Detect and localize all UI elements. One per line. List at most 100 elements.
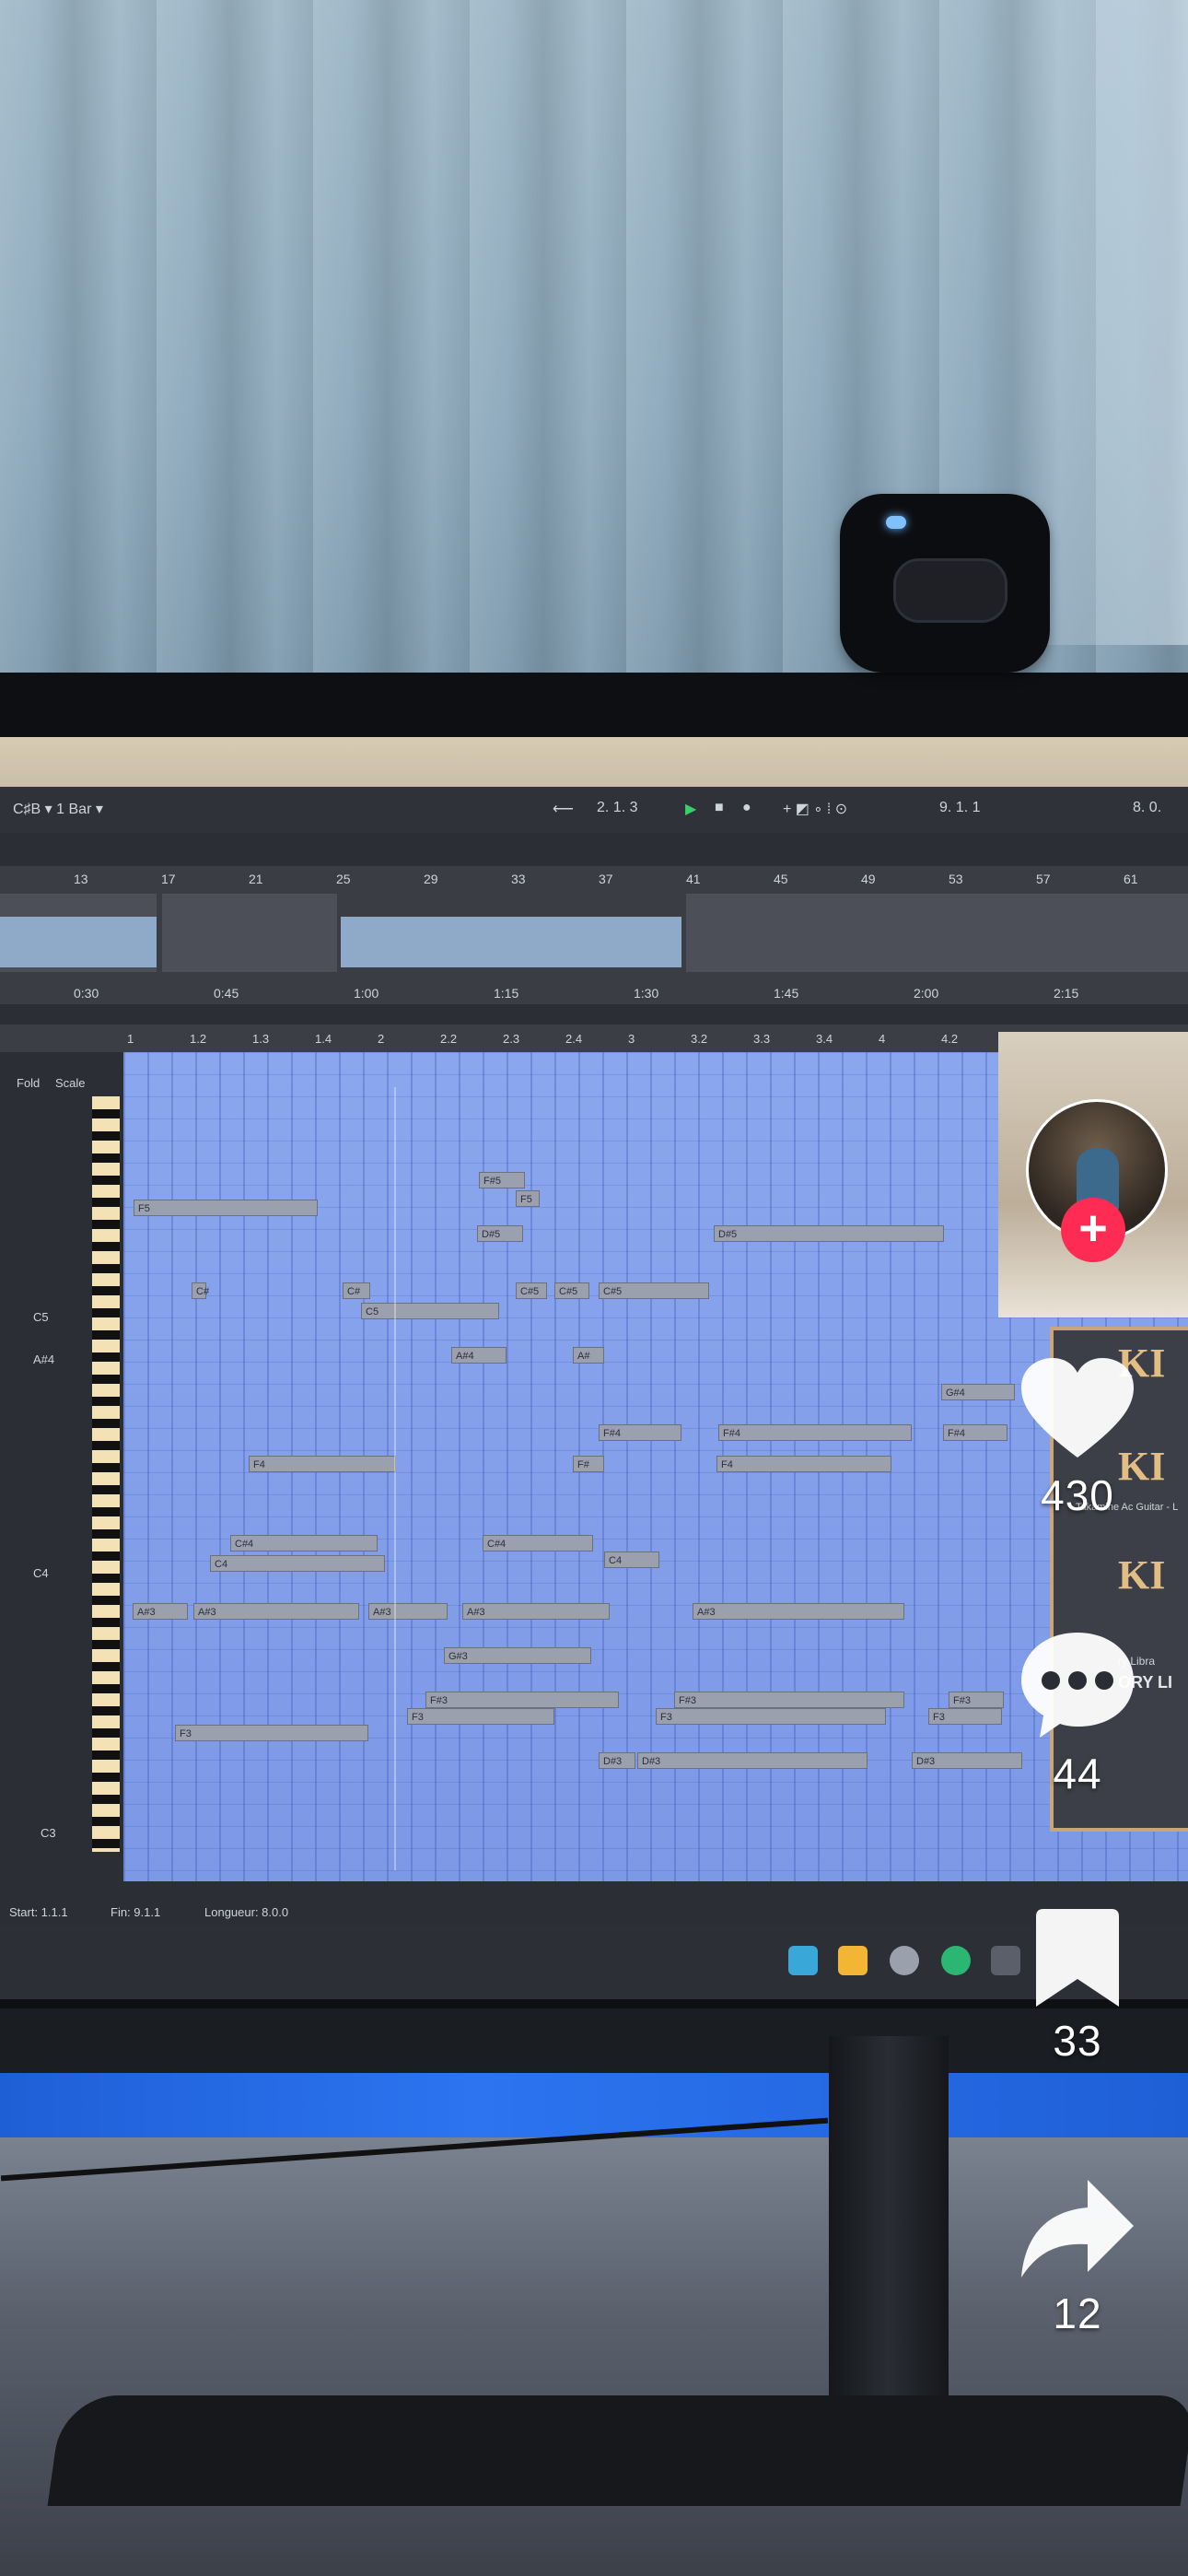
desk-led-strip xyxy=(0,2073,1188,2137)
key-label-c4: C4 xyxy=(33,1566,49,1580)
fold-button[interactable]: Fold xyxy=(17,1076,40,1090)
clip-block xyxy=(686,894,1188,972)
zoom-readout: 8. 0. xyxy=(1133,800,1162,815)
position-readout: 2. 1. 3 xyxy=(597,800,638,815)
midi-note[interactable]: G#3 xyxy=(444,1647,591,1664)
midi-note[interactable]: C#5 xyxy=(516,1282,547,1299)
midi-note[interactable]: D#3 xyxy=(637,1752,868,1769)
timecode-label: 2:15 xyxy=(1054,986,1079,1001)
key-label-a4s: A#4 xyxy=(33,1352,55,1366)
ruler-mark: 21 xyxy=(249,872,263,886)
bookmark-icon xyxy=(1036,1909,1119,2007)
monitor-stand xyxy=(829,2036,949,2405)
playhead-line xyxy=(394,1087,396,1870)
comment-icon xyxy=(1021,1633,1134,1738)
midi-note[interactable]: C# xyxy=(192,1282,209,1299)
share-button[interactable]: 12 xyxy=(1004,2176,1151,2338)
roll-ruler-mark: 3.2 xyxy=(691,1032,708,1046)
key-label-c3: C3 xyxy=(41,1826,56,1840)
webcam-led xyxy=(886,516,906,529)
timecode-label: 0:45 xyxy=(214,986,239,1001)
roll-ruler-mark: 3.3 xyxy=(753,1032,771,1046)
terminal-icon[interactable] xyxy=(788,1946,818,1975)
ruler-mark: 37 xyxy=(599,872,613,886)
like-button[interactable]: 430 xyxy=(1004,1354,1151,1520)
midi-note[interactable]: D#5 xyxy=(477,1225,523,1242)
midi-note[interactable]: F3 xyxy=(407,1708,554,1725)
roll-ruler-mark: 4 xyxy=(879,1032,886,1046)
webcam-lens xyxy=(893,558,1007,623)
timeline-ruler: 13 17 21 25 29 33 37 41 45 49 53 57 61 xyxy=(0,870,1188,890)
midi-note[interactable]: C#5 xyxy=(599,1282,709,1299)
timecode-label: 2:00 xyxy=(914,986,939,1001)
comment-count: 44 xyxy=(1053,1750,1102,1797)
midi-note[interactable]: F4 xyxy=(249,1456,396,1472)
like-count: 430 xyxy=(1041,1471,1114,1519)
ruler-mark: 53 xyxy=(949,872,963,886)
midi-note[interactable]: A#3 xyxy=(462,1603,610,1620)
midi-note[interactable]: F3 xyxy=(175,1725,368,1741)
midi-note[interactable]: C#4 xyxy=(483,1535,593,1551)
bookmark-button[interactable]: 33 xyxy=(1004,1907,1151,2066)
roll-ruler-mark: 3 xyxy=(628,1032,635,1046)
midi-note[interactable]: F4 xyxy=(716,1456,891,1472)
midi-note[interactable]: A#3 xyxy=(368,1603,448,1620)
midi-note[interactable]: C5 xyxy=(361,1303,499,1319)
play-icon: ▶ xyxy=(685,802,697,817)
browser-icon[interactable] xyxy=(941,1946,971,1975)
midi-note[interactable]: F3 xyxy=(928,1708,1002,1725)
midi-note[interactable]: F3 xyxy=(656,1708,886,1725)
midi-note[interactable]: F#3 xyxy=(425,1692,619,1708)
roll-ruler-mark: 1.4 xyxy=(315,1032,332,1046)
clip-block xyxy=(162,894,337,972)
ruler-mark: 29 xyxy=(424,872,438,886)
midi-note[interactable]: D#5 xyxy=(714,1225,944,1242)
midi-note[interactable]: A#3 xyxy=(133,1603,188,1620)
timecode-label: 1:00 xyxy=(354,986,379,1001)
midi-note[interactable]: F#3 xyxy=(674,1692,904,1708)
midi-note[interactable]: F#3 xyxy=(949,1692,1004,1708)
comment-button[interactable]: 44 xyxy=(1004,1629,1151,1798)
stop-icon: ■ xyxy=(715,800,724,815)
midi-note[interactable]: F#4 xyxy=(599,1424,681,1441)
piano-roll-sidebar: Fold Scale C5 A#4 C4 C3 xyxy=(0,1052,92,1881)
midi-note[interactable]: C4 xyxy=(210,1555,385,1572)
midi-note[interactable]: C4 xyxy=(604,1551,659,1568)
record-icon: ● xyxy=(742,800,751,815)
roll-ruler-mark: 1 xyxy=(127,1032,134,1046)
end-position-readout: 9. 1. 1 xyxy=(939,800,981,815)
midi-note[interactable]: F#5 xyxy=(479,1172,525,1188)
midi-note[interactable]: D#3 xyxy=(599,1752,635,1769)
scale-button[interactable]: Scale xyxy=(55,1076,86,1090)
timecode-label: 1:15 xyxy=(494,986,519,1001)
midi-note[interactable]: A#3 xyxy=(693,1603,904,1620)
piano-keyboard[interactable] xyxy=(92,1096,120,1852)
midi-note[interactable]: C#5 xyxy=(554,1282,589,1299)
folder-icon[interactable] xyxy=(838,1946,868,1975)
webcam xyxy=(840,494,1050,673)
midi-note[interactable]: A# xyxy=(573,1347,604,1364)
midi-note[interactable]: F5 xyxy=(516,1190,540,1207)
monitor-base xyxy=(47,2395,1188,2506)
heart-icon xyxy=(1021,1358,1134,1458)
roll-ruler-mark: 2.3 xyxy=(503,1032,520,1046)
timecode-label: 0:30 xyxy=(74,986,99,1001)
midi-note[interactable]: A#4 xyxy=(451,1347,507,1364)
midi-note[interactable]: F# xyxy=(573,1456,604,1472)
store-logo: KI xyxy=(1118,1552,1166,1598)
ruler-mark: 41 xyxy=(686,872,701,886)
midi-note[interactable]: A#3 xyxy=(193,1603,359,1620)
daw-toolbar: C♯B ▾ 1 Bar ▾ ⟵ 2. 1. 3 ▶ ■ ● + ◩ ∘ ⁞ ⊙ … xyxy=(0,787,1188,833)
settings-icon[interactable] xyxy=(890,1946,919,1975)
midi-note[interactable]: C#4 xyxy=(230,1535,378,1551)
midi-note[interactable]: C# xyxy=(343,1282,370,1299)
ruler-mark: 25 xyxy=(336,872,351,886)
roll-ruler-mark: 1.2 xyxy=(190,1032,207,1046)
roll-ruler-mark: 1.3 xyxy=(252,1032,270,1046)
midi-note[interactable]: F#4 xyxy=(718,1424,912,1441)
follow-button[interactable]: + xyxy=(1061,1198,1125,1262)
roll-ruler-mark: 3.4 xyxy=(816,1032,833,1046)
mode-selector: C♯B ▾ 1 Bar ▾ xyxy=(13,802,103,817)
midi-note[interactable]: F#4 xyxy=(943,1424,1007,1441)
midi-note[interactable]: F5 xyxy=(134,1200,318,1216)
